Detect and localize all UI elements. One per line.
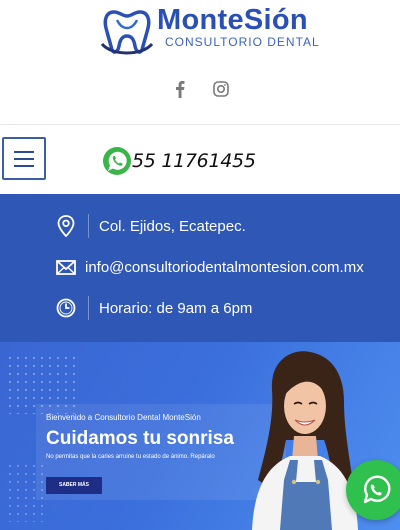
hamburger-menu-button[interactable] [2,137,46,180]
whatsapp-floating-button[interactable] [346,460,400,520]
phone-number[interactable]: 55 11761455 [132,150,256,172]
learn-more-button[interactable]: SABER MÁS [46,477,102,494]
whatsapp-icon [363,475,391,504]
header-divider [0,124,400,125]
clock-icon [56,298,76,318]
brand-name[interactable]: MonteSión [157,4,308,37]
hamburger-line [14,165,34,167]
whatsapp-icon[interactable] [102,146,132,176]
address-text: Col. Ejidos, Ecatepec. [99,218,246,235]
social-links [0,80,400,100]
email-link[interactable]: info@consultoriodentalmontesion.com.mx [85,259,364,276]
location-pin-icon [57,215,75,238]
hours-row: Horario: de 9am a 6pm [0,294,400,324]
hamburger-line [14,158,34,160]
separator [88,296,89,320]
address-row: Col. Ejidos, Ecatepec. [0,212,400,242]
email-envelope-icon [56,260,76,275]
hero-title: Cuidamos tu sonrisa [46,428,234,449]
hero-kicker: Bienvenido a Consultorio Dental MonteSió… [46,413,201,422]
instagram-icon[interactable] [213,81,229,97]
page: MonteSión CONSULTORIO DENTAL 55 11761455 [0,0,400,530]
separator [88,214,89,238]
facebook-icon[interactable] [172,80,188,98]
hero-banner: Bienvenido a Consultorio Dental MonteSió… [0,342,400,530]
hamburger-menu-icon [14,151,34,153]
email-row: info@consultoriodentalmontesion.com.mx [0,253,400,283]
site-header: MonteSión CONSULTORIO DENTAL [0,0,400,70]
tooth-logo-icon[interactable] [100,4,154,58]
brand-tagline: CONSULTORIO DENTAL [165,35,320,49]
contact-info-band: Col. Ejidos, Ecatepec. info@consultoriod… [0,194,400,342]
hours-text: Horario: de 9am a 6pm [99,300,253,317]
hero-description: No permitas que la caries arruine tu est… [46,454,215,460]
